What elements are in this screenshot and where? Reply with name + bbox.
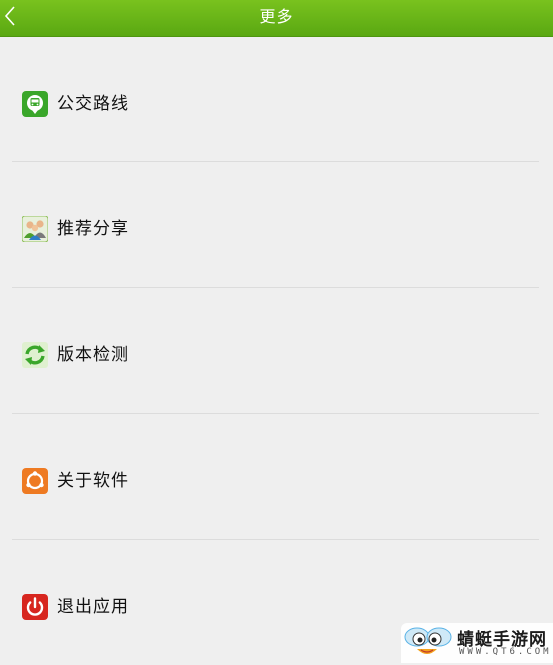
menu-item-about[interactable]: 关于软件 xyxy=(0,414,553,539)
menu-item-bus-route[interactable]: 公交路线 xyxy=(0,37,553,162)
people-icon xyxy=(22,216,48,242)
menu-item-label: 版本检测 xyxy=(57,345,129,365)
power-icon xyxy=(22,594,48,620)
menu-item-share[interactable]: 推荐分享 xyxy=(0,162,553,287)
watermark-url: WWW.QT6.COM xyxy=(459,647,552,657)
page-title: 更多 xyxy=(259,7,294,26)
dragonfly-logo-icon xyxy=(404,627,452,654)
menu-item-label: 公交路线 xyxy=(57,94,129,114)
bus-icon xyxy=(22,91,48,117)
info-ring-icon xyxy=(22,468,48,494)
menu-item-label: 推荐分享 xyxy=(57,219,129,239)
refresh-icon xyxy=(22,342,48,368)
site-watermark: 蜻蜓手游网 WWW.QT6.COM xyxy=(401,623,553,663)
menu-item-version-check[interactable]: 版本检测 xyxy=(0,288,553,413)
menu-item-label: 退出应用 xyxy=(57,597,129,617)
header-bar: 更多 xyxy=(0,0,553,37)
menu-item-label: 关于软件 xyxy=(57,471,129,491)
